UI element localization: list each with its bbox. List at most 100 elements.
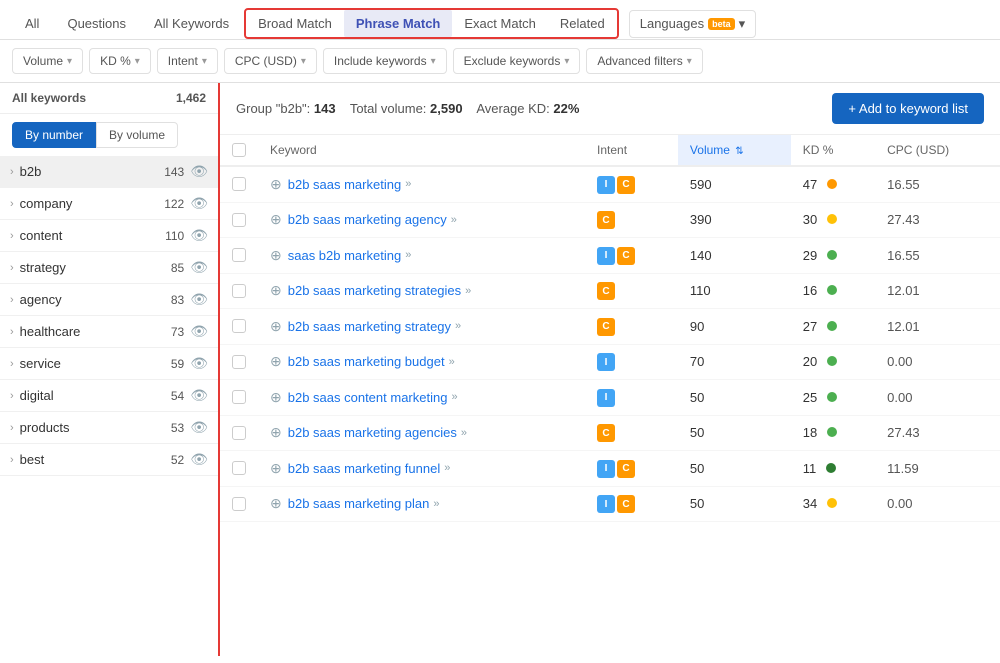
intent-badge: I <box>597 176 615 194</box>
sidebar-item-label: products <box>20 420 171 435</box>
keyword-link[interactable]: b2b saas marketing <box>288 177 401 192</box>
row-checkbox[interactable] <box>232 284 246 298</box>
tab-all[interactable]: All <box>12 9 52 38</box>
volume-col-header[interactable]: Volume ⇅ <box>678 135 791 166</box>
expand-arrows-icon[interactable]: » <box>449 356 455 368</box>
add-to-group-icon[interactable]: ⊕ <box>270 460 282 477</box>
row-checkbox[interactable] <box>232 177 246 191</box>
sidebar-item[interactable]: › products 53 👁 <box>0 412 218 444</box>
tab-questions[interactable]: Questions <box>54 9 139 38</box>
expand-arrows-icon[interactable]: » <box>461 427 467 439</box>
eye-icon[interactable]: 👁 <box>190 323 208 340</box>
eye-icon[interactable]: 👁 <box>190 195 208 212</box>
add-to-group-icon[interactable]: ⊕ <box>270 211 282 228</box>
cpc-cell: 27.43 <box>875 202 1000 238</box>
languages-button[interactable]: Languages beta ▾ <box>629 10 756 38</box>
sidebar-item[interactable]: › agency 83 👁 <box>0 284 218 316</box>
eye-icon[interactable]: 👁 <box>190 419 208 436</box>
sidebar-item[interactable]: › company 122 👁 <box>0 188 218 220</box>
tab-broad-match[interactable]: Broad Match <box>246 10 344 37</box>
expand-arrows-icon[interactable]: » <box>465 285 471 297</box>
sidebar-item[interactable]: › healthcare 73 👁 <box>0 316 218 348</box>
eye-icon[interactable]: 👁 <box>190 227 208 244</box>
sidebar-item-label: b2b <box>20 164 165 179</box>
cpc-filter[interactable]: CPC (USD) ▾ <box>224 48 317 74</box>
expand-arrows-icon[interactable]: » <box>405 249 411 261</box>
sort-by-volume-button[interactable]: By volume <box>96 122 178 148</box>
intent-badge: I <box>597 353 615 371</box>
row-checkbox[interactable] <box>232 390 246 404</box>
group-count: 143 <box>314 101 336 116</box>
keyword-link[interactable]: saas b2b marketing <box>288 248 401 263</box>
sidebar-item[interactable]: › best 52 👁 <box>0 444 218 476</box>
expand-arrows-icon[interactable]: » <box>451 214 457 226</box>
chevron-right-icon: › <box>10 262 14 274</box>
sidebar-item-label: agency <box>20 292 171 307</box>
sidebar-item[interactable]: › b2b 143 👁 <box>0 156 218 188</box>
expand-arrows-icon[interactable]: » <box>451 391 457 403</box>
expand-arrows-icon[interactable]: » <box>433 498 439 510</box>
eye-icon[interactable]: 👁 <box>190 163 208 180</box>
expand-arrows-icon[interactable]: » <box>444 462 450 474</box>
cpc-cell: 12.01 <box>875 309 1000 345</box>
row-checkbox[interactable] <box>232 319 246 333</box>
keyword-link[interactable]: b2b saas marketing strategies <box>288 283 461 298</box>
add-to-group-icon[interactable]: ⊕ <box>270 282 282 299</box>
sidebar-item[interactable]: › service 59 👁 <box>0 348 218 380</box>
include-keywords-filter[interactable]: Include keywords ▾ <box>323 48 447 74</box>
tab-related[interactable]: Related <box>548 10 617 37</box>
volume-filter[interactable]: Volume ▾ <box>12 48 83 74</box>
keyword-link[interactable]: b2b saas marketing agency <box>288 212 447 227</box>
avg-kd: 22% <box>553 101 579 116</box>
eye-icon[interactable]: 👁 <box>190 355 208 372</box>
add-to-group-icon[interactable]: ⊕ <box>270 353 282 370</box>
add-to-group-icon[interactable]: ⊕ <box>270 495 282 512</box>
sidebar-keyword-count: 1,462 <box>176 91 206 105</box>
eye-icon[interactable]: 👁 <box>190 259 208 276</box>
volume-cell: 110 <box>678 273 791 309</box>
add-to-group-icon[interactable]: ⊕ <box>270 389 282 406</box>
tab-exact-match[interactable]: Exact Match <box>452 10 548 37</box>
advanced-filters-filter[interactable]: Advanced filters ▾ <box>586 48 702 74</box>
table-row: ⊕ b2b saas marketing budget » I 70 20 0.… <box>220 344 1000 380</box>
row-checkbox[interactable] <box>232 248 246 262</box>
eye-icon[interactable]: 👁 <box>190 387 208 404</box>
volume-cell: 90 <box>678 309 791 345</box>
sort-by-number-button[interactable]: By number <box>12 122 96 148</box>
row-checkbox[interactable] <box>232 497 246 511</box>
keyword-link[interactable]: b2b saas marketing budget <box>288 354 445 369</box>
table-row: ⊕ b2b saas marketing » IC 590 47 16.55 <box>220 166 1000 202</box>
row-checkbox[interactable] <box>232 461 246 475</box>
keyword-link[interactable]: b2b saas content marketing <box>288 390 448 405</box>
kd-filter[interactable]: KD % ▾ <box>89 48 151 74</box>
add-to-group-icon[interactable]: ⊕ <box>270 424 282 441</box>
tab-phrase-match[interactable]: Phrase Match <box>344 10 453 37</box>
row-checkbox[interactable] <box>232 355 246 369</box>
sidebar-item[interactable]: › strategy 85 👁 <box>0 252 218 284</box>
expand-arrows-icon[interactable]: » <box>455 320 461 332</box>
row-checkbox[interactable] <box>232 213 246 227</box>
expand-arrows-icon[interactable]: » <box>405 178 411 190</box>
add-to-group-icon[interactable]: ⊕ <box>270 318 282 335</box>
keyword-link[interactable]: b2b saas marketing agencies <box>288 425 457 440</box>
keyword-link[interactable]: b2b saas marketing funnel <box>288 461 440 476</box>
volume-cell: 50 <box>678 486 791 522</box>
sidebar-item[interactable]: › digital 54 👁 <box>0 380 218 412</box>
sidebar-item-count: 53 <box>171 421 184 435</box>
add-to-group-icon[interactable]: ⊕ <box>270 247 282 264</box>
exclude-keywords-filter[interactable]: Exclude keywords ▾ <box>453 48 581 74</box>
add-to-keyword-list-button[interactable]: + Add to keyword list <box>832 93 984 124</box>
eye-icon[interactable]: 👁 <box>190 451 208 468</box>
row-checkbox[interactable] <box>232 426 246 440</box>
add-to-group-icon[interactable]: ⊕ <box>270 176 282 193</box>
keyword-link[interactable]: b2b saas marketing plan <box>288 496 430 511</box>
select-all-checkbox[interactable] <box>232 143 246 157</box>
tab-all-keywords[interactable]: All Keywords <box>141 9 242 38</box>
group-stats: Group "b2b": 143 Total volume: 2,590 Ave… <box>236 101 579 116</box>
intent-filter[interactable]: Intent ▾ <box>157 48 218 74</box>
keyword-link[interactable]: b2b saas marketing strategy <box>288 319 451 334</box>
keyword-table-wrap: Keyword Intent Volume ⇅ KD % CPC (USD) ⊕… <box>220 135 1000 656</box>
sidebar-item[interactable]: › content 110 👁 <box>0 220 218 252</box>
keyword-cell: ⊕ b2b saas marketing budget » <box>270 353 573 370</box>
eye-icon[interactable]: 👁 <box>190 291 208 308</box>
